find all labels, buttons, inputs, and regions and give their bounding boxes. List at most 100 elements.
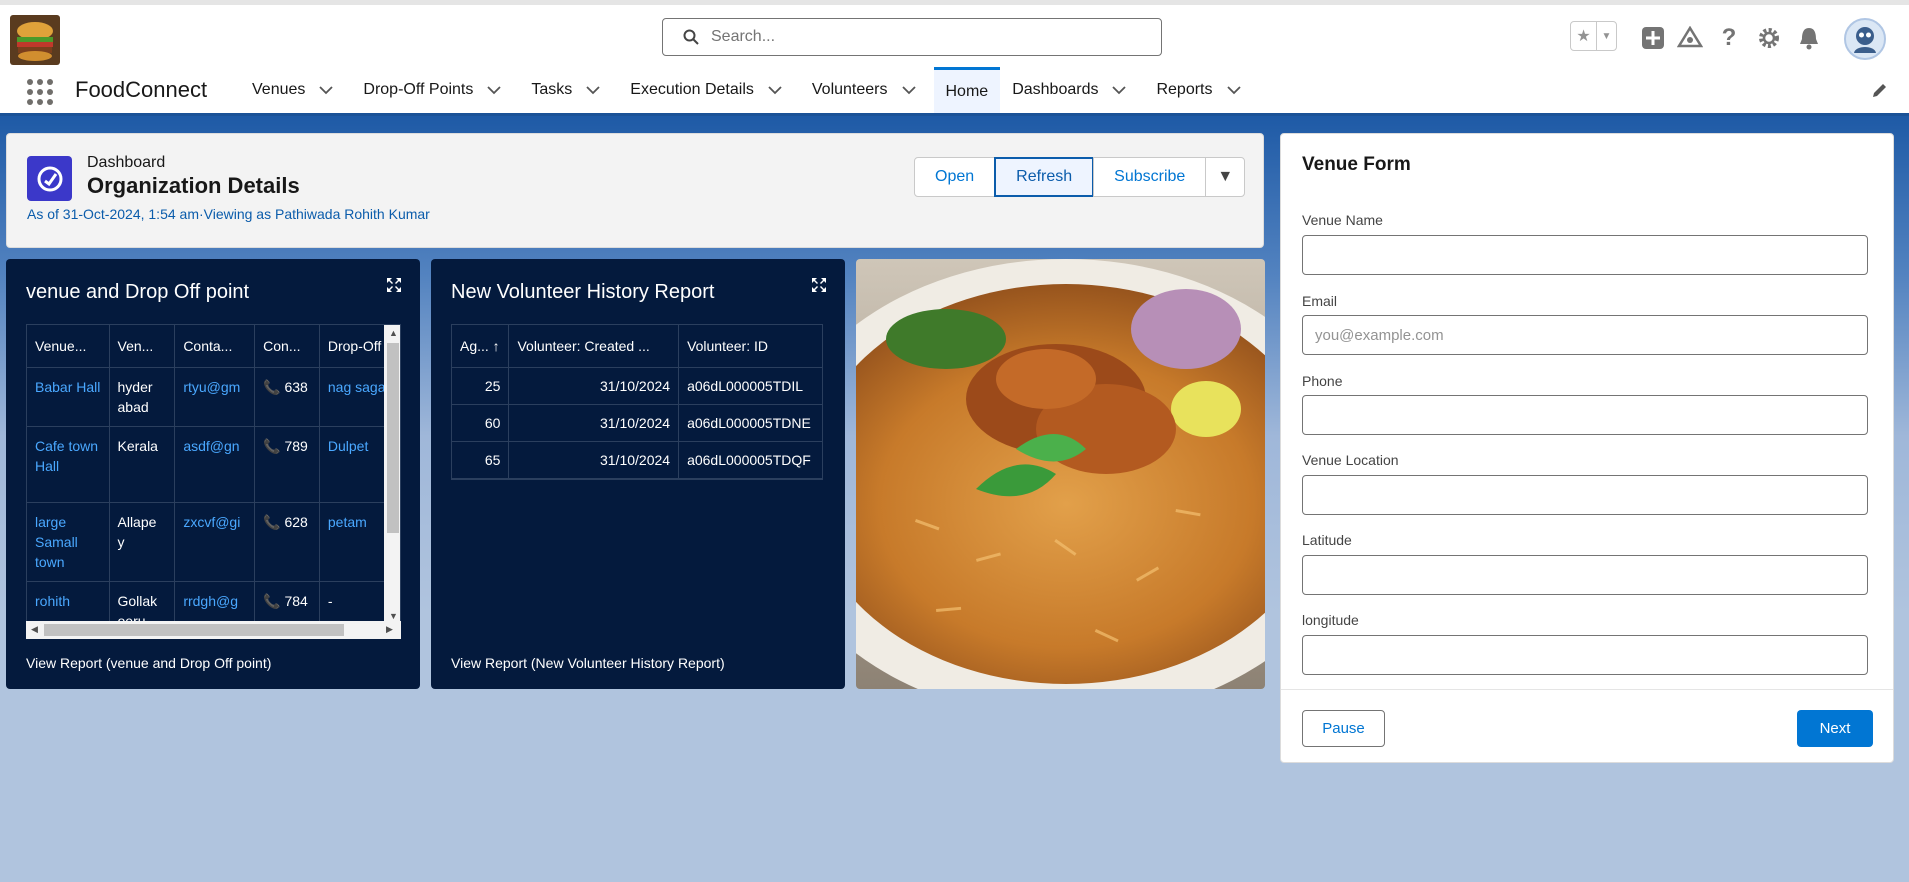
phone-cell[interactable]: 📞 638	[254, 367, 320, 427]
chevron-down-icon[interactable]	[319, 85, 334, 95]
phone-cell[interactable]: 📞 789	[254, 426, 320, 503]
horizontal-scrollbar[interactable]: ◀ ▶	[26, 621, 401, 639]
scroll-right-icon[interactable]: ▶	[386, 624, 393, 635]
expand-icon[interactable]	[386, 277, 402, 298]
nav-item-volunteers[interactable]: Volunteers	[800, 67, 934, 113]
latitude-label: Latitude	[1302, 532, 1352, 548]
scroll-up-icon[interactable]: ▲	[389, 328, 398, 338]
email-field[interactable]	[1302, 315, 1868, 355]
expand-icon[interactable]	[811, 277, 827, 298]
gear-icon[interactable]	[1756, 25, 1782, 51]
table-cell: 25	[452, 367, 510, 405]
next-button[interactable]: Next	[1797, 710, 1873, 747]
email-link[interactable]: rtyu@gm	[174, 367, 256, 427]
more-actions-button[interactable]: ▼	[1205, 157, 1246, 197]
pause-button[interactable]: Pause	[1302, 710, 1385, 747]
phone-field[interactable]	[1302, 395, 1868, 435]
column-header[interactable]: Venue...	[27, 325, 110, 368]
nav-item-home[interactable]: Home	[933, 67, 1001, 113]
scroll-down-icon[interactable]: ▼	[389, 611, 398, 621]
table-cell: 31/10/2024	[508, 441, 680, 479]
table-cell: Kerala	[109, 426, 176, 503]
app-launcher-icon[interactable]	[27, 79, 53, 105]
venue-link[interactable]: rohith	[27, 581, 110, 623]
latitude-input[interactable]	[1302, 555, 1868, 595]
column-header[interactable]: Ven...	[109, 325, 176, 368]
email-link[interactable]: asdf@gn	[174, 426, 256, 503]
longitude-label: longitude	[1302, 612, 1359, 628]
nav-item-execution-details[interactable]: Execution Details	[618, 67, 800, 113]
email-link[interactable]: zxcvf@gi	[174, 502, 256, 582]
dashboard-icon	[27, 156, 72, 201]
venue-location-input[interactable]	[1302, 475, 1868, 515]
venue-form: Venue Form Venue Name Email Phone Venue …	[1280, 133, 1894, 763]
search-icon	[683, 29, 699, 45]
table-cell: 60	[452, 404, 510, 442]
vertical-scrollbar[interactable]: ▲ ▼	[384, 325, 400, 623]
biryani-image	[856, 259, 1265, 689]
table-row: rohith Gollak oeru rrdgh@g 📞 784 -	[27, 581, 400, 623]
nav-item-venues[interactable]: Venues	[240, 67, 351, 113]
nav-item-dashboards[interactable]: Dashboards	[1000, 67, 1144, 113]
star-icon[interactable]: ★	[1571, 22, 1596, 50]
refresh-button[interactable]: Refresh	[994, 157, 1095, 197]
chevron-down-icon[interactable]: ▼	[1596, 22, 1616, 50]
table-row: Babar Hall hyder abad rtyu@gm 📞 638 nag …	[27, 367, 400, 427]
view-report-link[interactable]: View Report (venue and Drop Off point)	[26, 655, 271, 671]
table-row: 60 31/10/2024 a06dL000005TDNE	[452, 404, 822, 442]
venue-location-label: Venue Location	[1302, 452, 1399, 468]
phone-cell[interactable]: 📞 628	[254, 502, 320, 582]
dashboard-actions: Open Refresh Subscribe ▼	[914, 157, 1246, 197]
page-title: Organization Details	[87, 173, 300, 198]
column-header[interactable]: Volunteer: Created ...	[508, 325, 680, 368]
venue-link[interactable]: large Samall town	[27, 502, 110, 582]
chevron-down-icon[interactable]	[1112, 85, 1127, 95]
phone-cell[interactable]: 📞 784	[254, 581, 320, 623]
nav-item-tasks[interactable]: Tasks	[519, 67, 618, 113]
longitude-input[interactable]	[1302, 635, 1868, 675]
column-header[interactable]: Volunteer: ID	[678, 325, 822, 368]
help-icon[interactable]: ?	[1716, 24, 1742, 51]
chevron-down-icon[interactable]	[768, 85, 782, 95]
avatar[interactable]	[1844, 18, 1886, 60]
app-navigation: FoodConnect Venues Drop-Off Points Tasks…	[0, 67, 1909, 116]
column-header[interactable]: Conta...	[174, 325, 256, 368]
scroll-left-icon[interactable]: ◀	[31, 624, 38, 635]
subscribe-button[interactable]: Subscribe	[1093, 157, 1207, 197]
nav-item-reports[interactable]: Reports	[1144, 67, 1258, 113]
org-logo[interactable]	[10, 15, 60, 65]
volunteer-table: Ag... ↑ Volunteer: Created ... Volunteer…	[451, 324, 823, 480]
chevron-down-icon[interactable]	[487, 85, 501, 95]
widget-title: venue and Drop Off point	[26, 281, 250, 303]
venue-link[interactable]: Babar Hall	[27, 367, 110, 427]
email-link[interactable]: rrdgh@g	[174, 581, 256, 623]
table-cell: hyder abad	[109, 367, 176, 427]
venue-table: Venue... Ven... Conta... Con... Drop-Off…	[26, 324, 401, 624]
global-search-input[interactable]: Search...	[662, 18, 1162, 56]
nav-item-drop-off-points[interactable]: Drop-Off Points	[351, 67, 519, 113]
scrollbar-thumb[interactable]	[44, 624, 344, 636]
chevron-down-icon[interactable]	[586, 85, 600, 95]
chevron-down-icon[interactable]	[1226, 85, 1241, 95]
table-row: 25 31/10/2024 a06dL000005TDIL	[452, 367, 822, 405]
favorites-group[interactable]: ★ ▼	[1570, 21, 1617, 51]
column-header[interactable]: Ag... ↑	[452, 325, 510, 368]
view-report-link[interactable]: View Report (New Volunteer History Repor…	[451, 655, 725, 671]
table-cell: 65	[452, 441, 510, 479]
dashboard-label: Dashboard	[87, 154, 166, 171]
venue-name-input[interactable]	[1302, 235, 1868, 275]
bell-icon[interactable]	[1796, 25, 1822, 51]
scrollbar-thumb[interactable]	[387, 343, 399, 533]
widget-title: New Volunteer History Report	[451, 281, 715, 303]
venue-dropoff-widget: venue and Drop Off point Venue... Ven...…	[6, 259, 420, 689]
dashboard-header: Dashboard Organization Details As of 31-…	[6, 133, 1264, 248]
open-button[interactable]: Open	[914, 157, 996, 197]
column-header[interactable]: Con...	[254, 325, 320, 368]
dashboard-meta: As of 31-Oct-2024, 1:54 am·Viewing as Pa…	[27, 206, 430, 222]
pencil-icon[interactable]	[1871, 81, 1889, 104]
venue-link[interactable]: Cafe town Hall	[27, 426, 110, 503]
add-icon[interactable]	[1640, 25, 1666, 51]
chevron-down-icon[interactable]	[901, 85, 916, 95]
table-row: large Samall town Allape y zxcvf@gi 📞 62…	[27, 502, 400, 582]
trailhead-icon[interactable]	[1677, 25, 1703, 51]
